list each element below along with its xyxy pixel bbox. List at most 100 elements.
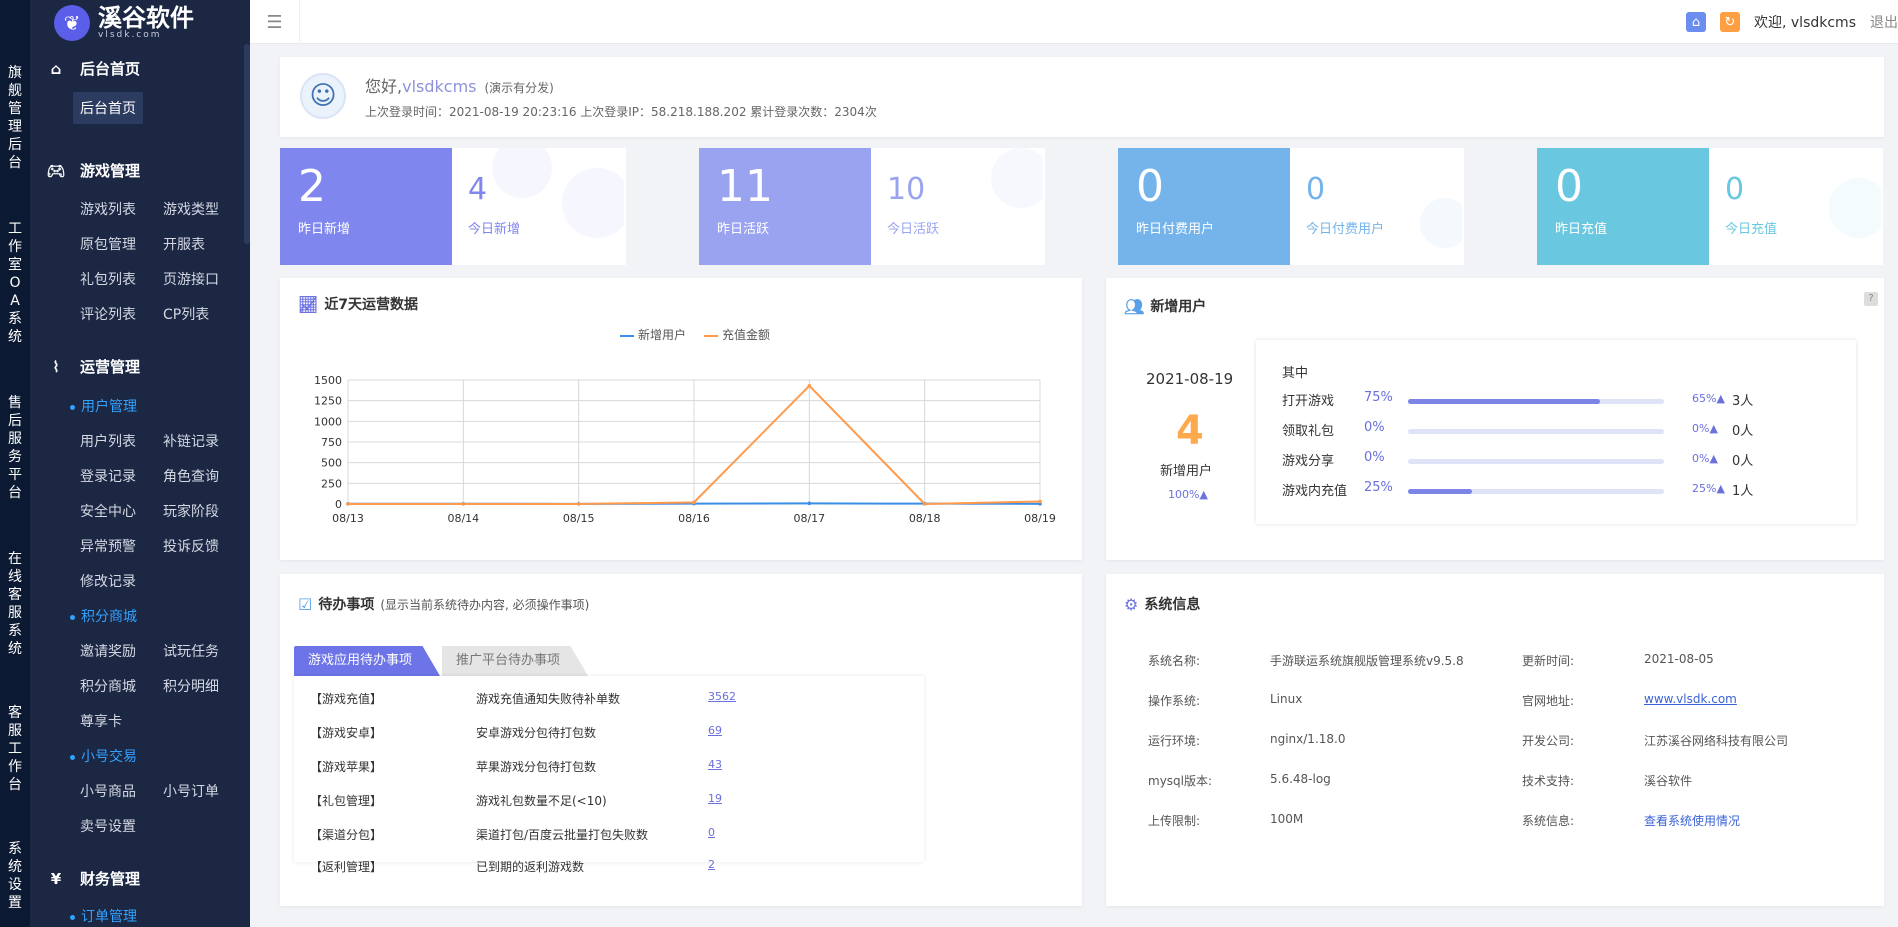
row-name: 游戏内充值 bbox=[1282, 484, 1348, 499]
data-point bbox=[461, 502, 466, 506]
section-points[interactable]: 积分商城 bbox=[70, 606, 137, 626]
row-count-link[interactable]: 2 bbox=[708, 858, 715, 871]
stat-card-recharge: 0 昨日充值 0 今日充值 bbox=[1537, 148, 1883, 265]
greeting-note: (演示有分发) bbox=[484, 81, 554, 95]
row-desc: 渠道打包/百度云批量打包失败数 bbox=[476, 828, 649, 842]
brand-logo[interactable]: ❦ 溪谷软件 vlsdk.com bbox=[54, 2, 194, 44]
sidebar-item[interactable]: 页游接口 bbox=[163, 269, 219, 289]
sidebar-item[interactable]: 小号订单 bbox=[163, 781, 219, 801]
home-shortcut-icon[interactable]: ⌂ bbox=[1686, 12, 1706, 32]
stat-yesterday: 0 昨日充值 bbox=[1537, 148, 1709, 265]
stat-small-label: 今日活跃 bbox=[887, 222, 940, 237]
system-info-title-text: 系统信息 bbox=[1144, 597, 1201, 613]
usage-link[interactable]: 查看系统使用情况 bbox=[1644, 812, 1740, 829]
sidebar-item[interactable]: 修改记录 bbox=[80, 571, 136, 591]
sidebar-item[interactable]: 登录记录 bbox=[80, 466, 136, 486]
todo-tabs: 游戏应用待办事项 推广平台待办事项 bbox=[294, 646, 589, 676]
sidebar-item[interactable]: 小号商品 bbox=[80, 781, 136, 801]
row-count-link[interactable]: 3562 bbox=[708, 690, 736, 703]
sidebar-item[interactable]: 角色查询 bbox=[163, 466, 219, 486]
sidebar-item[interactable]: 补链记录 bbox=[163, 431, 219, 451]
sidebar-item-home[interactable]: 后台首页 bbox=[73, 92, 143, 124]
sidebar-item[interactable]: 试玩任务 bbox=[163, 641, 219, 661]
sidebar-item[interactable]: 评论列表 bbox=[80, 304, 136, 324]
new-users-title: 👥︎ 新增用户 bbox=[1124, 296, 1206, 316]
info-value: 江苏溪谷网络科技有限公司 bbox=[1644, 734, 1789, 748]
x-tick-label: 08/17 bbox=[793, 512, 825, 525]
y-tick-label: 250 bbox=[321, 477, 342, 490]
sidebar-item[interactable]: 游戏类型 bbox=[163, 199, 219, 219]
system-info-card: ⚙ 系统信息 系统名称: 手游联运系统旗舰版管理系统v9.5.8 操作系统: Li… bbox=[1106, 574, 1884, 906]
top-right: ⌂ ↻ 欢迎, vlsdkcms 退出 bbox=[1686, 12, 1898, 32]
sidebar-item[interactable]: 积分商城 bbox=[80, 676, 136, 696]
row-pct: 0% bbox=[1364, 420, 1385, 435]
tab-promo-todo[interactable]: 推广平台待办事项 bbox=[442, 646, 589, 676]
sidebar-item[interactable]: 用户列表 bbox=[80, 431, 136, 451]
menu-group-ops[interactable]: ⌇ 运营管理 bbox=[46, 356, 140, 377]
x-tick-label: 08/19 bbox=[1024, 512, 1056, 525]
menu-group-label: 游戏管理 bbox=[80, 162, 141, 180]
sidebar-item[interactable]: CP列表 bbox=[163, 304, 209, 324]
tab-game-todo[interactable]: 游戏应用待办事项 bbox=[294, 646, 441, 676]
calendar-check-icon: ☑ bbox=[298, 594, 313, 614]
sidebar-item[interactable]: 开服表 bbox=[163, 234, 205, 254]
rail-item-aftersales[interactable]: 售后服务平台 bbox=[0, 394, 30, 502]
row-category: 【礼包管理】 bbox=[310, 794, 383, 808]
sidebar-item[interactable]: 卖号设置 bbox=[80, 816, 136, 836]
y-tick-label: 1250 bbox=[314, 395, 342, 408]
menu-group-label: 运营管理 bbox=[80, 358, 141, 376]
data-point bbox=[346, 502, 350, 506]
table-row: 【游戏充值】 游戏充值通知失败待补单数 3562 bbox=[294, 684, 924, 712]
row-desc: 苹果游戏分包待打包数 bbox=[476, 760, 597, 774]
row-desc: 已到期的返利游戏数 bbox=[476, 860, 585, 874]
data-point bbox=[807, 501, 812, 506]
menu-group-home[interactable]: ⌂ 后台首页 bbox=[46, 58, 140, 79]
sidebar-item[interactable]: 投诉反馈 bbox=[163, 536, 219, 556]
section-order[interactable]: 订单管理 bbox=[70, 906, 137, 926]
logout-link[interactable]: 退出 bbox=[1870, 12, 1898, 32]
rail-item-online-service[interactable]: 在线客服系统 bbox=[0, 550, 30, 658]
data-point bbox=[807, 383, 812, 388]
rail-item-oa[interactable]: 工作室OA系统 bbox=[0, 220, 30, 346]
menu-group-game[interactable]: 🎮︎ 游戏管理 bbox=[46, 160, 140, 181]
gamepad-icon: 🎮︎ bbox=[46, 161, 66, 180]
section-trade[interactable]: 小号交易 bbox=[70, 746, 137, 766]
stat-small-label: 今日新增 bbox=[468, 222, 521, 237]
refresh-icon[interactable]: ↻ bbox=[1720, 12, 1740, 32]
rail-item-settings[interactable]: 系统设置 bbox=[0, 840, 30, 912]
stat-big-label: 昨日新增 bbox=[298, 222, 351, 237]
sidebar-item[interactable]: 游戏列表 bbox=[80, 199, 136, 219]
new-users-date: 2021-08-19 bbox=[1146, 370, 1234, 388]
rail-item-service-desk[interactable]: 客服工作台 bbox=[0, 704, 30, 794]
sidebar-scrollbar[interactable] bbox=[244, 44, 250, 244]
sidebar-item[interactable]: 邀请奖励 bbox=[80, 641, 136, 661]
sidebar-item[interactable]: 原包管理 bbox=[80, 234, 136, 254]
home-icon: ⌂ bbox=[50, 59, 62, 78]
rail-item-flagship[interactable]: 旗舰管理后台 bbox=[0, 64, 30, 172]
row-pct: 75% bbox=[1364, 390, 1393, 405]
sidebar-item[interactable]: 礼包列表 bbox=[80, 269, 136, 289]
row-count-link[interactable]: 43 bbox=[708, 758, 722, 771]
new-users-caption: 新增用户 bbox=[1160, 464, 1213, 479]
menu-toggle-icon[interactable]: ☰ bbox=[250, 0, 300, 44]
menu-group-finance[interactable]: ¥ 财务管理 bbox=[46, 868, 140, 889]
sidebar-item[interactable]: 玩家阶段 bbox=[163, 501, 219, 521]
row-name: 游戏分享 bbox=[1282, 454, 1335, 469]
website-link[interactable]: www.vlsdk.com bbox=[1644, 692, 1737, 706]
stat-today: 10 今日活跃 bbox=[871, 148, 1043, 265]
new-users-breakdown: 其中 打开游戏 75% 65%▲ 3人 领取礼包 0% 0%▲ 0人 游戏分享 … bbox=[1256, 340, 1856, 524]
todo-subtitle: (显示当前系统待办内容, 必须操作事项) bbox=[380, 597, 590, 612]
row-desc: 安卓游戏分包待打包数 bbox=[476, 726, 597, 740]
stat-card-active: 11 昨日活跃 10 今日活跃 bbox=[699, 148, 1045, 265]
section-user[interactable]: 用户管理 bbox=[70, 396, 137, 416]
data-point bbox=[692, 500, 696, 505]
row-count-link[interactable]: 0 bbox=[708, 826, 715, 839]
sidebar-item[interactable]: 安全中心 bbox=[80, 501, 136, 521]
sidebar-item[interactable]: 异常预警 bbox=[80, 536, 136, 556]
stat-today: 4 今日新增 bbox=[452, 148, 624, 265]
sidebar-item[interactable]: 积分明细 bbox=[163, 676, 219, 696]
help-icon[interactable]: ? bbox=[1864, 292, 1878, 306]
sidebar-item[interactable]: 尊享卡 bbox=[80, 711, 122, 731]
row-count-link[interactable]: 19 bbox=[708, 792, 722, 805]
row-count-link[interactable]: 69 bbox=[708, 724, 722, 737]
